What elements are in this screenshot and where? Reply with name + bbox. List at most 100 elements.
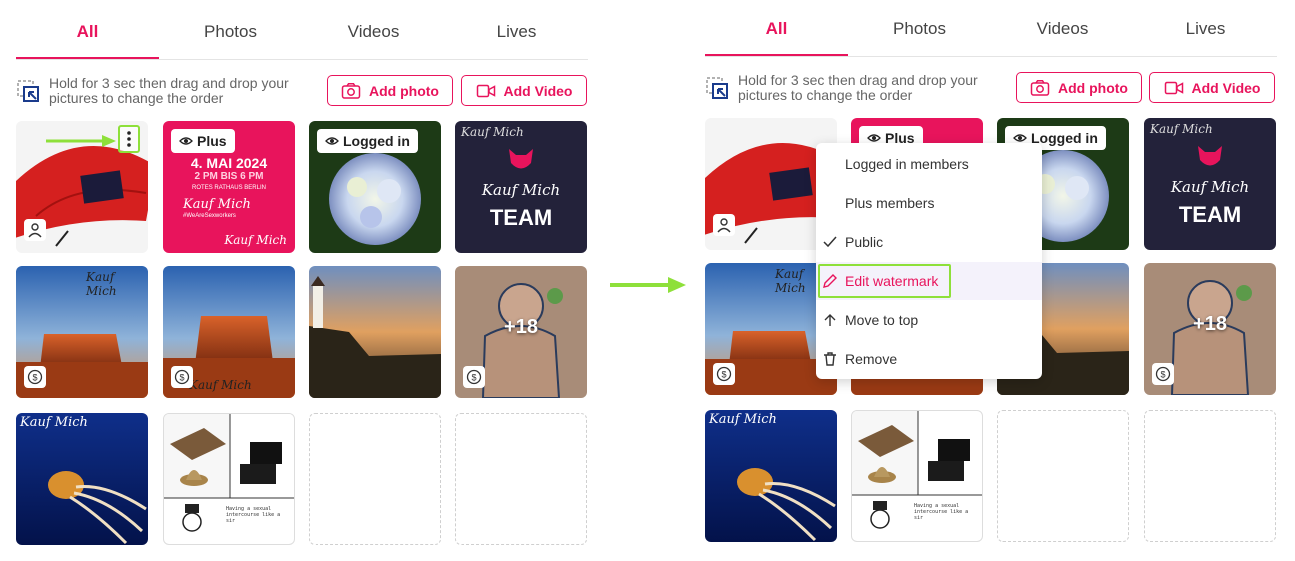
menu-item-remove[interactable]: Remove	[816, 340, 1042, 378]
visibility-badge-label: Logged in	[1031, 130, 1098, 146]
paid-icon: $	[463, 366, 485, 388]
visibility-badge-plus: Plus	[171, 129, 235, 153]
tab-lives[interactable]: Lives	[445, 0, 588, 60]
transition-arrow	[610, 277, 686, 293]
watermark: Kauf Mich	[86, 270, 117, 298]
media-tile-team[interactable]: Kauf Mich TEAM Kauf Mich	[455, 121, 587, 253]
panel-before: All Photos Videos Lives Hold for 3 sec t…	[16, 0, 588, 561]
media-tabs: All Photos Videos Lives	[16, 0, 588, 60]
media-tabs: All Photos Videos Lives	[705, 0, 1277, 57]
tabs-divider	[16, 59, 588, 60]
empty-slot[interactable]	[1144, 410, 1276, 542]
add-photo-label: Add photo	[1058, 79, 1128, 96]
paid-icon: $	[171, 366, 193, 388]
media-tile-jellyfish[interactable]: Kauf Mich	[16, 413, 148, 545]
video-camera-icon	[476, 84, 495, 97]
watermark: Kauf Mich	[709, 412, 777, 427]
eye-icon	[1013, 134, 1027, 142]
drag-drop-icon	[706, 77, 728, 99]
media-tile-popeye-tattoo[interactable]: +18 $	[455, 266, 587, 398]
tile-more-options-button[interactable]	[118, 125, 140, 153]
tab-lives[interactable]: Lives	[1134, 0, 1277, 57]
reorder-hint-text: Hold for 3 sec then drag and drop your p…	[49, 75, 289, 106]
more-count: +18	[1193, 313, 1227, 335]
team-brand-watermark: Kauf Mich	[461, 125, 524, 139]
tab-all[interactable]: All	[705, 0, 848, 57]
menu-item-public[interactable]: Public	[816, 223, 1042, 261]
media-tile-monument-valley-2[interactable]: Kauf Mich $	[163, 266, 295, 398]
svg-text:$: $	[471, 373, 476, 383]
visibility-badge-label: Logged in	[343, 133, 410, 149]
add-video-button[interactable]: Add Video	[461, 75, 587, 106]
tab-videos[interactable]: Videos	[991, 0, 1134, 57]
media-tile-team[interactable]: Kauf Mich TEAM Kauf Mich	[1144, 118, 1276, 250]
media-tile-popeye-tattoo[interactable]: +18 $	[1144, 263, 1276, 395]
eye-icon	[867, 134, 881, 142]
add-video-button[interactable]: Add Video	[1149, 72, 1275, 103]
annotation-arrow	[46, 135, 116, 147]
add-photo-button[interactable]: Add photo	[327, 75, 453, 106]
more-vertical-icon	[127, 131, 131, 147]
video-camera-icon	[1164, 81, 1183, 94]
cat-logo-icon	[1198, 146, 1222, 166]
poster-brand: Kauf Mich	[183, 197, 251, 212]
lighthouse-image	[309, 266, 441, 398]
tab-all[interactable]: All	[16, 0, 159, 60]
add-video-label: Add Video	[503, 82, 573, 99]
media-tile-event-poster[interactable]: 4. MAI 2024 2 PM BIS 6 PM ROTES RATHAUS …	[163, 121, 295, 253]
visibility-badge-logged-in: Logged in	[317, 129, 418, 153]
visibility-badge-label: Plus	[197, 133, 227, 149]
team-brand: Kauf Mich	[481, 181, 561, 199]
add-video-label: Add Video	[1191, 79, 1261, 96]
check-icon	[823, 236, 837, 248]
menu-item-logged-in-members[interactable]: Logged in members	[816, 145, 1042, 183]
poster-brand-footer: Kauf Mich	[224, 233, 287, 247]
camera-icon	[341, 82, 361, 99]
jellyfish-image	[705, 410, 837, 542]
comic-caption: Having a sexual intercourse like a sir	[226, 506, 281, 524]
pencil-icon	[823, 274, 837, 288]
svg-text:$: $	[32, 373, 37, 383]
menu-item-edit-watermark[interactable]: Edit watermark	[816, 262, 1042, 300]
add-photo-button[interactable]: Add photo	[1016, 72, 1142, 103]
poster-location: ROTES RATHAUS BERLIN	[192, 185, 266, 191]
team-brand: Kauf Mich	[1170, 178, 1250, 196]
watermark: Kauf Mich	[20, 415, 88, 430]
cat-logo-icon	[509, 149, 533, 169]
media-tile-hydrangea[interactable]: Logged in	[309, 121, 441, 253]
media-tile-collage[interactable]: Having a sexual intercourse like a sir	[163, 413, 295, 545]
camera-icon	[1030, 79, 1050, 96]
menu-item-move-to-top[interactable]: Move to top	[816, 301, 1042, 339]
tab-photos[interactable]: Photos	[848, 0, 991, 57]
tab-videos[interactable]: Videos	[302, 0, 445, 60]
members-visibility-icon	[24, 219, 46, 241]
paid-icon: $	[24, 366, 46, 388]
menu-item-plus-members[interactable]: Plus members	[816, 184, 1042, 222]
poster-date: 4. MAI 2024	[190, 155, 268, 171]
empty-slot[interactable]	[309, 413, 441, 545]
tab-photos[interactable]: Photos	[159, 0, 302, 60]
empty-slot[interactable]	[997, 410, 1129, 542]
comic-caption: Having a sexual intercourse like a sir	[914, 503, 969, 521]
svg-text:$: $	[721, 370, 726, 380]
poster-hashtag: #WeAreSexworkers	[183, 213, 236, 219]
arrow-up-icon	[824, 314, 836, 326]
drag-drop-icon	[17, 80, 39, 102]
reorder-hint: Hold for 3 sec then drag and drop your p…	[16, 76, 316, 116]
trash-icon	[824, 352, 836, 366]
eye-icon	[325, 137, 339, 145]
tabs-divider	[705, 56, 1277, 57]
paid-icon: $	[713, 363, 735, 385]
media-tile-collage[interactable]: Having a sexual intercourse like a sir	[851, 410, 983, 542]
poster-time: 2 PM BIS 6 PM	[194, 171, 264, 182]
watermark: Kauf Mich	[189, 378, 252, 392]
reorder-hint: Hold for 3 sec then drag and drop your p…	[705, 73, 1005, 113]
svg-text:$: $	[179, 373, 184, 383]
jellyfish-image	[16, 413, 148, 545]
collage-image	[852, 411, 982, 529]
empty-slot[interactable]	[455, 413, 587, 545]
media-tile-jellyfish[interactable]: Kauf Mich	[705, 410, 837, 542]
media-tile-monument-valley[interactable]: Kauf Mich $	[16, 266, 148, 398]
media-tile-lighthouse[interactable]	[309, 266, 441, 398]
tile-options-menu: Logged in members Plus members Public Ed…	[816, 143, 1042, 379]
